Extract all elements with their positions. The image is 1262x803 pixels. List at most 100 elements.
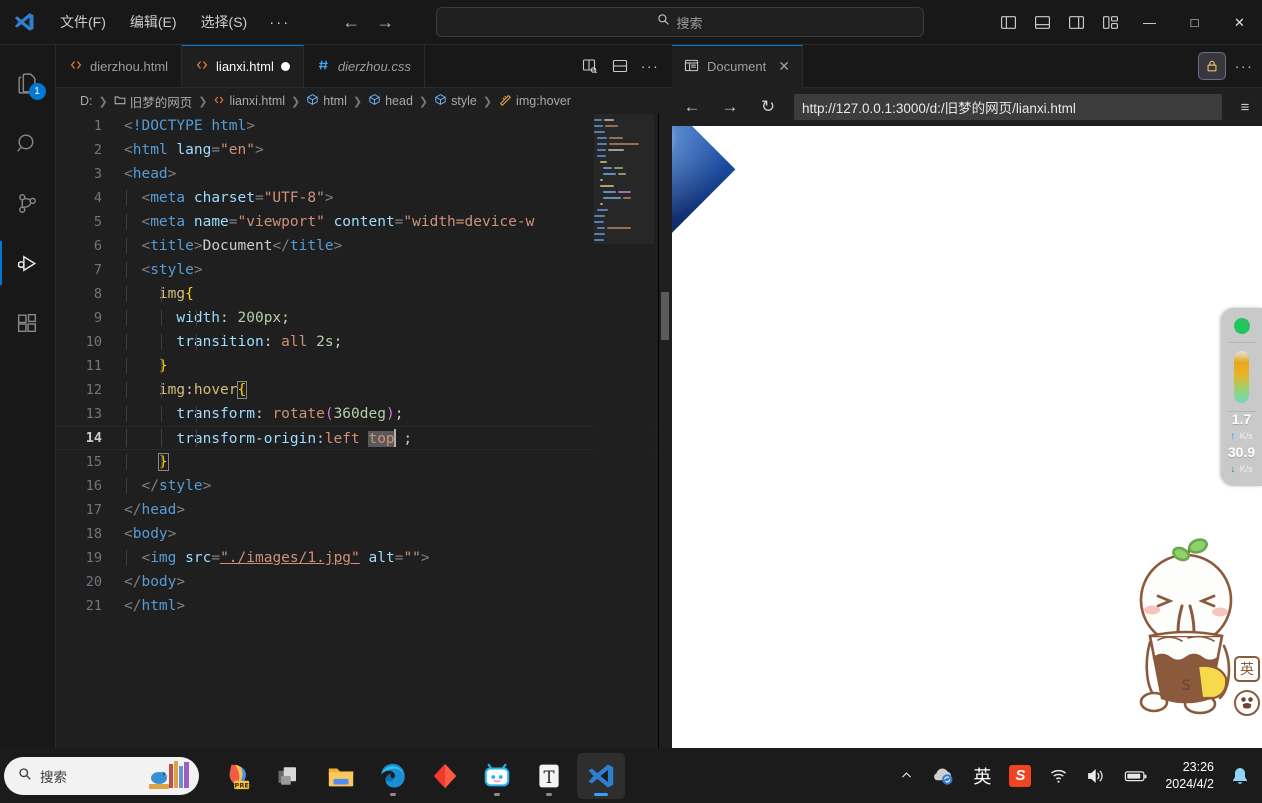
breadcrumb-item-file[interactable]: lianxi.html [213,94,285,109]
browser-forward-icon[interactable]: → [718,97,742,117]
wifi-icon[interactable] [1040,753,1077,799]
code-line[interactable]: 15 } [56,450,672,474]
system-tray: 英 S 23:26 2024/4/2 [891,753,1262,799]
ime-sticker-badge-secondary[interactable] [1234,690,1260,716]
breadcrumb-item-selector[interactable]: img:hover [498,93,571,110]
editor-vertical-scrollbar[interactable] [658,114,672,748]
taskbar-icon-typora[interactable]: T [525,753,573,799]
code-line[interactable]: 17 </head> [56,498,672,522]
url-input[interactable]: http://127.0.0.1:3000/d:/旧梦的网页/lianxi.ht… [794,94,1222,120]
code-line[interactable]: 7 <style> [56,258,672,282]
explorer-badge: 1 [28,83,46,100]
sidebar-item-extensions[interactable] [0,293,56,353]
line-content: transform-origin:left top ; [124,429,412,447]
taskbar-icon-vscode[interactable] [577,752,625,799]
toggle-panel-icon[interactable] [1025,0,1059,45]
breadcrumb-item-html[interactable]: html [306,93,347,109]
sogou-input-icon[interactable]: S [1000,753,1040,799]
editor-more-actions-icon[interactable]: ··· [636,51,664,81]
split-editor-icon[interactable] [576,51,604,81]
more-actions-icon[interactable]: ··· [1230,51,1258,81]
ime-sticker-badge[interactable]: 英 [1234,656,1260,682]
code-line[interactable]: 9 width: 200px; [56,306,672,330]
menu-edit[interactable]: 编辑(E) [118,8,189,36]
code-line[interactable]: 11 } [56,354,672,378]
svg-text:S: S [1182,678,1191,694]
browser-reload-icon[interactable]: ↻ [756,97,780,117]
code-line[interactable]: 5 <meta name="viewport" content="width=d… [56,210,672,234]
sidebar-item-search[interactable] [0,113,56,173]
preview-tab-document[interactable]: Document ✕ [672,44,803,88]
code-line[interactable]: 3 <head> [56,162,672,186]
line-number: 21 [85,598,102,614]
notification-bell-icon[interactable] [1222,753,1258,799]
code-line[interactable]: 21 </html> [56,594,672,618]
editor-tab-lianxi-html[interactable]: lianxi.html [182,45,304,87]
go-forward-icon[interactable]: → [376,13,394,31]
code-line[interactable]: 1 <!DOCTYPE html> [56,114,672,138]
toggle-primary-sidebar-icon[interactable] [991,0,1025,45]
browser-back-icon[interactable]: ← [680,97,704,117]
taskbar-icon-wps-pre[interactable]: PRE [213,753,261,799]
editor-tab-dierzhou-css[interactable]: dierzhou.css [303,45,425,87]
code-line[interactable]: 12 img:hover{ [56,378,672,402]
browser-menu-icon[interactable]: ≡ [1236,99,1254,116]
code-line-active[interactable]: 14 transform-origin:left top ; [56,426,672,450]
menu-selection[interactable]: 选择(S) [189,8,260,36]
customize-layout-icon[interactable] [1093,0,1127,45]
line-content: img:hover{ [124,381,248,399]
code-line[interactable]: 20 </body> [56,570,672,594]
code-line[interactable]: 13 transform: rotate(360deg); [56,402,672,426]
code-editor[interactable]: 1 <!DOCTYPE html> 2 <html lang="en"> 3 <… [56,114,672,748]
breadcrumb-item-drive[interactable]: D: [80,94,93,108]
taskbar-icon-edge[interactable] [369,753,417,799]
breadcrumb-item-head[interactable]: head [368,93,413,109]
sidebar-item-source-control[interactable] [0,173,56,233]
clock[interactable]: 23:26 2024/4/2 [1157,759,1222,793]
cartoon-character-sticker[interactable]: S 英 [1128,538,1262,718]
line-content: <head> [124,166,177,182]
menu-more[interactable]: ··· [259,10,300,35]
cloud-sync-icon[interactable] [922,753,964,799]
close-button[interactable]: ✕ [1217,0,1262,45]
menu-file[interactable]: 文件(F) [48,8,118,36]
rotated-space-image[interactable] [672,126,736,311]
breadcrumb-item-style[interactable]: style [434,93,477,109]
minimize-button[interactable]: — [1127,0,1172,45]
code-line[interactable]: 2 <html lang="en"> [56,138,672,162]
split-editor-down-icon[interactable] [606,51,634,81]
code-line[interactable]: 19 <img src="./images/1.jpg" alt=""> [56,546,672,570]
volume-icon[interactable] [1077,753,1115,799]
lock-icon[interactable] [1198,52,1226,80]
taskbar-search-box[interactable]: 搜索 [4,756,199,795]
scrollbar-thumb[interactable] [661,292,669,340]
editor-minimap[interactable] [594,114,654,748]
close-icon[interactable]: ✕ [778,58,790,75]
toggle-secondary-sidebar-icon[interactable] [1059,0,1093,45]
go-back-icon[interactable]: ← [342,13,360,31]
sogou-logo: S [1009,764,1032,787]
taskbar-icon-bilibili[interactable] [473,753,521,799]
taskbar-icon-red-diamond-app[interactable] [421,753,469,799]
line-number: 1 [93,118,102,134]
code-line[interactable]: 16 </style> [56,474,672,498]
network-speed-widget[interactable]: 1.7 ↑ K/s 30.9 ↓ K/s [1221,308,1262,486]
command-center-search[interactable]: 搜索 [436,7,924,37]
taskbar-icon-task-view[interactable] [265,753,313,799]
code-line[interactable]: 10 transition: all 2s; [56,330,672,354]
minimap-viewport-slider[interactable] [594,114,654,244]
ime-indicator[interactable]: 英 [964,753,1000,799]
battery-icon[interactable] [1115,753,1157,799]
code-line[interactable]: 8 img{ [56,282,672,306]
code-line[interactable]: 4 <meta charset="UTF-8"> [56,186,672,210]
tray-expand-chevron-icon[interactable] [891,753,922,799]
sidebar-item-run-debug[interactable] [0,233,56,293]
editor-tab-dierzhou-html[interactable]: dierzhou.html [56,45,183,87]
sidebar-item-explorer[interactable]: 1 [0,53,56,113]
maximize-button[interactable]: □ [1172,0,1217,45]
breadcrumb-item-folder[interactable]: 旧梦的网页 [114,92,192,111]
unsaved-indicator-icon[interactable] [280,62,290,71]
code-line[interactable]: 18 <body> [56,522,672,546]
taskbar-icon-file-explorer[interactable] [317,753,365,799]
code-line[interactable]: 6 <title>Document</title> [56,234,672,258]
